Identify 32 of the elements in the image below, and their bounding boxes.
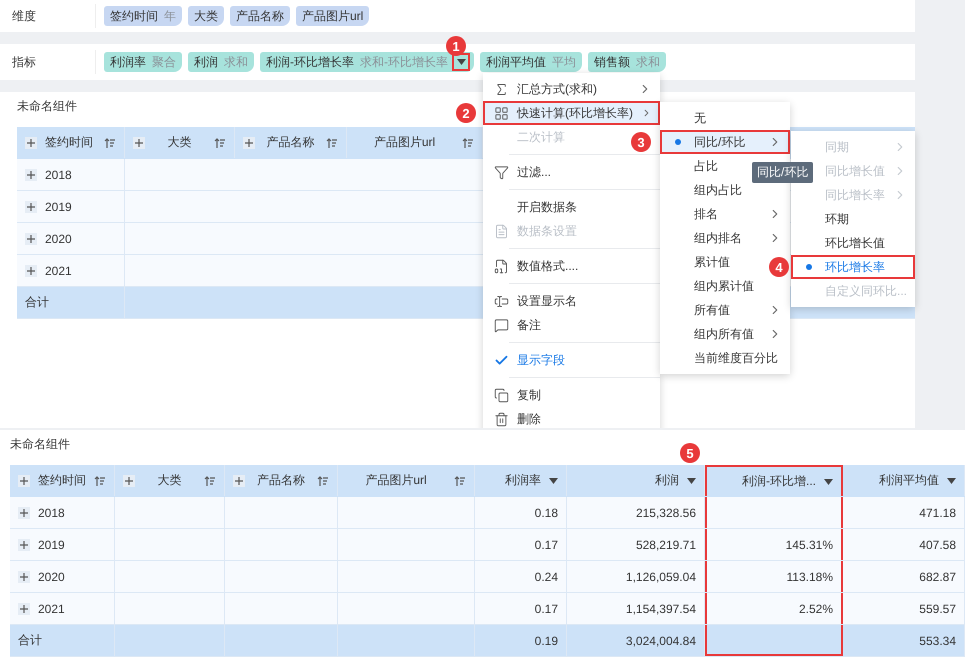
- row-header-cell: 2020: [17, 223, 125, 254]
- table-cell: 3,024,004.84: [567, 625, 705, 656]
- widget-title: 未命名组件: [17, 98, 77, 115]
- total-cell: 合计: [17, 287, 125, 318]
- row-header-cell: 2018: [10, 497, 115, 528]
- table-cell: 682.87: [843, 561, 965, 592]
- table-cell: 0.17: [475, 529, 567, 560]
- tooltip: 同比/环比: [752, 162, 814, 183]
- row-header-cell: 2019: [17, 191, 125, 222]
- row-header-cell: 2019: [10, 529, 115, 560]
- metric-label: 指标: [0, 50, 96, 74]
- table-cell: 559.57: [843, 593, 965, 624]
- row-header-cell: 2020: [10, 561, 115, 592]
- table-cell: 528,219.71: [567, 529, 705, 560]
- table-cell: 1,154,397.54: [567, 593, 705, 624]
- widget-title: 未命名组件: [10, 436, 70, 453]
- row-header-cell: 2018: [17, 159, 125, 190]
- dimension-label: 维度: [0, 4, 96, 28]
- table-cell: 553.34: [843, 625, 965, 656]
- table-cell: 0.24: [475, 561, 567, 592]
- table-cell: 1,126,059.04: [567, 561, 705, 592]
- table-cell: 0.18: [475, 497, 567, 528]
- table-cell: 0.17: [475, 593, 567, 624]
- table-cell: 471.18: [843, 497, 965, 528]
- total-cell: 合计: [10, 625, 115, 656]
- table-cell: 0.19: [475, 625, 567, 656]
- row-header-cell: 2021: [17, 255, 125, 286]
- table-cell: 407.58: [843, 529, 965, 560]
- row-header-cell: 2021: [10, 593, 115, 624]
- step-badge: 1: [446, 36, 466, 56]
- step-badge: 5: [680, 443, 700, 463]
- table-cell: 215,328.56: [567, 497, 705, 528]
